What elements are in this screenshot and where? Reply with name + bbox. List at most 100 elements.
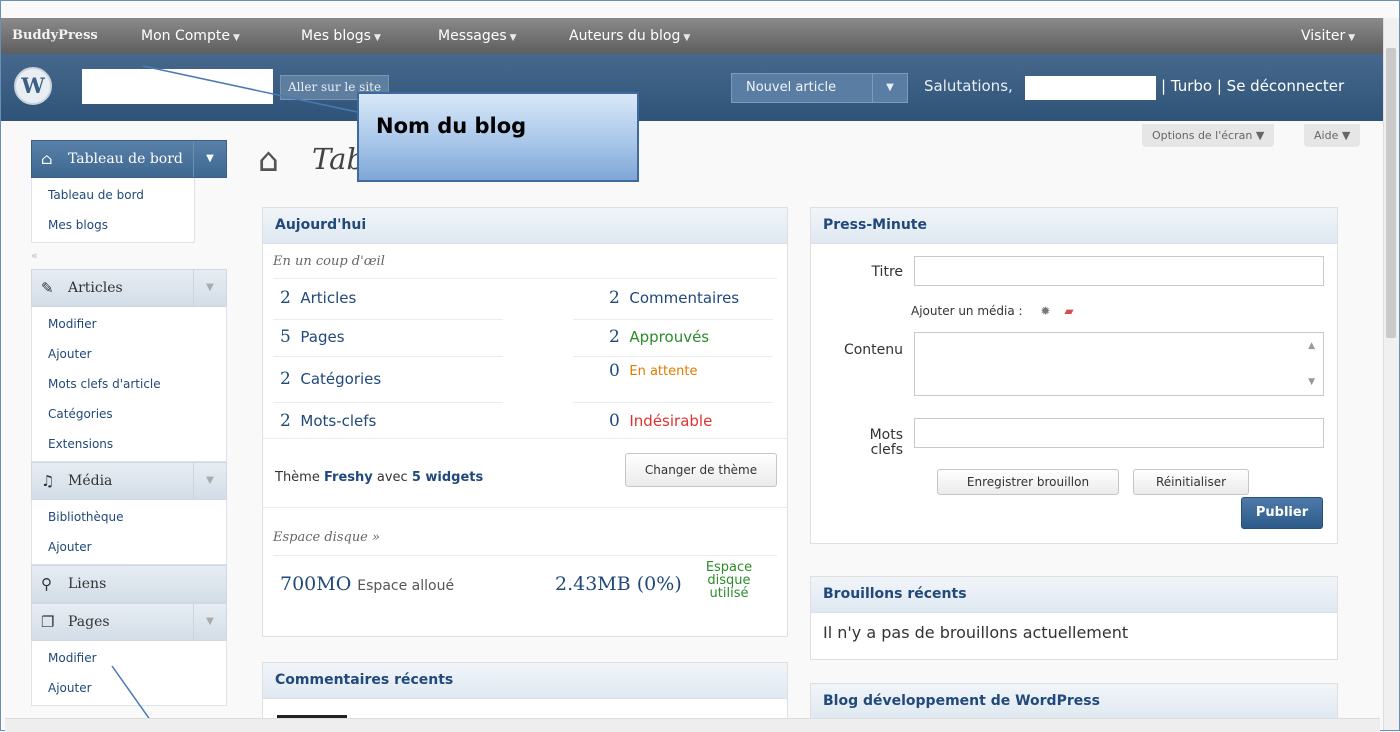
sidebar-item-label: Média	[68, 473, 113, 489]
content-label: Contenu	[843, 342, 903, 358]
change-theme-button[interactable]: Changer de thème	[625, 453, 777, 487]
submenu-extensions[interactable]: Extensions	[32, 429, 226, 459]
tags-input[interactable]	[914, 418, 1324, 448]
chevron-down-icon[interactable]: ▼	[872, 74, 907, 102]
at-a-glance-subtitle: En un coup d'œil	[273, 254, 385, 269]
user-links[interactable]: | Turbo | Se déconnecter	[1161, 77, 1344, 95]
save-draft-button[interactable]: Enregistrer brouillon	[937, 469, 1119, 495]
sidebar-item-label: Liens	[68, 576, 107, 592]
chevron-down-icon: ▼	[1341, 129, 1351, 142]
scroll-up-icon[interactable]: ▲	[1308, 341, 1315, 351]
greeting-text: Salutations,	[924, 77, 1013, 95]
submenu-categories[interactable]: Catégories	[32, 399, 226, 429]
chevron-down-icon[interactable]: ▼	[193, 463, 226, 499]
submenu-mots-clefs[interactable]: Mots clefs d'article	[32, 369, 226, 399]
glance-approved[interactable]: 2 Approuvés	[609, 327, 709, 347]
sidebar-item-articles[interactable]: ✎ Articles ▼	[31, 269, 227, 307]
add-media-icon[interactable]: ▰	[1064, 304, 1073, 318]
glance-categories[interactable]: 2 Catégories	[280, 369, 381, 389]
scroll-down-icon[interactable]: ▼	[1308, 377, 1315, 387]
submenu-tableau-de-bord[interactable]: Tableau de bord	[32, 180, 194, 210]
glance-spam[interactable]: 0 Indésirable	[609, 411, 712, 431]
scrollbar-thumb[interactable]	[1386, 48, 1396, 338]
blog-name-callout: Nom du blog	[357, 92, 639, 182]
wp-admin-header: W Aller sur le site Nouvel article ▼ Sal…	[1, 54, 1383, 121]
submenu-ajouter[interactable]: Ajouter	[32, 673, 226, 703]
menu-visiter[interactable]: Visiter ▼	[1301, 18, 1355, 54]
submenu-mes-blogs[interactable]: Mes blogs	[32, 210, 194, 240]
press-minute-widget: Press-Minute Titre Ajouter un média : ✹ …	[810, 207, 1338, 544]
chevron-down-icon[interactable]: ▼	[193, 270, 226, 306]
glance-comments[interactable]: 2 Commentaires	[609, 288, 739, 308]
sidebar-item-links[interactable]: ⚲ Liens	[31, 565, 227, 603]
new-post-dropdown[interactable]: Nouvel article ▼	[731, 73, 908, 103]
menu-auteurs-du-blog[interactable]: Auteurs du blog ▼	[569, 18, 690, 54]
reset-button[interactable]: Réinitialiser	[1133, 469, 1249, 495]
glance-row: 2 Catégories 0 En attente	[263, 361, 773, 407]
today-widget-title[interactable]: Aujourd'hui	[263, 208, 787, 244]
blog-name-redacted	[82, 69, 273, 104]
submenu-modifier[interactable]: Modifier	[32, 643, 226, 673]
press-minute-title[interactable]: Press-Minute	[811, 208, 1337, 244]
wp-dev-blog-title[interactable]: Blog développement de WordPress	[811, 684, 1337, 720]
media-submenu: Bibliothèque Ajouter	[31, 500, 227, 565]
chevron-down-icon: ▼	[509, 33, 517, 43]
sidebar-item-pages[interactable]: ❐ Pages ▼	[31, 603, 227, 641]
sidebar-item-dashboard[interactable]: ⌂ Tableau de bord ▼	[31, 140, 227, 178]
publish-button[interactable]: Publier	[1241, 497, 1323, 529]
widgets-link[interactable]: 5 widgets	[412, 470, 483, 485]
screen-options-button[interactable]: Options de l'écran ▼	[1142, 124, 1275, 147]
pushpin-icon: ✎	[41, 279, 54, 297]
dashboard-submenu: Tableau de bord Mes blogs	[31, 178, 195, 243]
chevron-down-icon[interactable]: ▼	[193, 604, 226, 640]
glance-pending[interactable]: 0 En attente	[609, 361, 699, 381]
buddypress-admin-bar: BuddyPress Mon Compte ▼ Mes blogs ▼ Messag…	[1, 18, 1383, 54]
horizontal-scrollbar[interactable]	[5, 718, 1380, 732]
add-media-label: Ajouter un média : ✹ ▰	[911, 304, 1074, 318]
recent-comments-title[interactable]: Commentaires récents	[263, 663, 787, 699]
glance-row: 2 Articles 2 Commentaires	[263, 288, 773, 328]
home-icon: ⌂	[41, 150, 53, 168]
wordpress-logo-icon[interactable]: W	[14, 67, 52, 105]
submenu-ajouter[interactable]: Ajouter	[32, 339, 226, 369]
buddypress-logo[interactable]: BuddyPress	[12, 18, 98, 54]
submenu-bibliotheque[interactable]: Bibliothèque	[32, 502, 226, 532]
disk-allowed: 700MO Espace alloué	[280, 573, 455, 595]
title-input[interactable]	[914, 256, 1324, 286]
new-post-button[interactable]: Nouvel article	[746, 74, 836, 102]
sidebar-item-media[interactable]: ♫ Média ▼	[31, 462, 227, 500]
glance-tags[interactable]: 2 Mots-clefs	[280, 411, 376, 431]
collapse-menu-icon[interactable]: «	[31, 243, 227, 269]
dashboard-home-icon: ⌂	[258, 140, 279, 179]
recent-drafts-title[interactable]: Brouillons récents	[811, 577, 1337, 613]
glance-articles[interactable]: 2 Articles	[280, 288, 356, 308]
glance-row: 2 Mots-clefs 0 Indésirable	[263, 411, 773, 451]
help-button[interactable]: Aide ▼	[1304, 124, 1361, 147]
sidebar-item-label: Articles	[68, 280, 123, 296]
vertical-scrollbar[interactable]	[1383, 18, 1399, 730]
menu-messages[interactable]: Messages ▼	[438, 18, 517, 54]
tags-label: Mots clefs	[869, 427, 903, 458]
disk-space-link[interactable]: Espace disque »	[273, 530, 380, 545]
admin-sidebar: ⌂ Tableau de bord ▼ Tableau de bord Mes …	[31, 140, 227, 706]
chevron-down-icon[interactable]: ▼	[193, 141, 226, 177]
content-textarea[interactable]: ▲ ▼	[914, 332, 1324, 396]
chevron-down-icon: ▼	[683, 33, 691, 43]
glance-pages[interactable]: 5 Pages	[280, 327, 345, 347]
title-label: Titre	[871, 264, 903, 280]
submenu-ajouter[interactable]: Ajouter	[32, 532, 226, 562]
menu-mes-blogs[interactable]: Mes blogs ▼	[301, 18, 381, 54]
chevron-down-icon: ▼	[1348, 33, 1356, 43]
add-image-icon[interactable]: ✹	[1040, 304, 1050, 318]
username-redacted	[1025, 76, 1156, 100]
articles-submenu: Modifier Ajouter Mots clefs d'article Ca…	[31, 307, 227, 462]
theme-name-link[interactable]: Freshy	[324, 470, 373, 485]
disk-used-value: 2.43MB (0%)	[555, 573, 682, 595]
wp-dev-blog-widget: Blog développement de WordPress	[810, 683, 1338, 723]
pages-icon: ❐	[41, 613, 55, 631]
today-widget: Aujourd'hui En un coup d'œil 2 Articles …	[262, 207, 788, 637]
no-drafts-text: Il n'y a pas de brouillons actuellement	[823, 623, 1129, 642]
submenu-modifier[interactable]: Modifier	[32, 309, 226, 339]
sidebar-item-label: Pages	[68, 614, 110, 630]
menu-mon-compte[interactable]: Mon Compte ▼	[141, 18, 240, 54]
